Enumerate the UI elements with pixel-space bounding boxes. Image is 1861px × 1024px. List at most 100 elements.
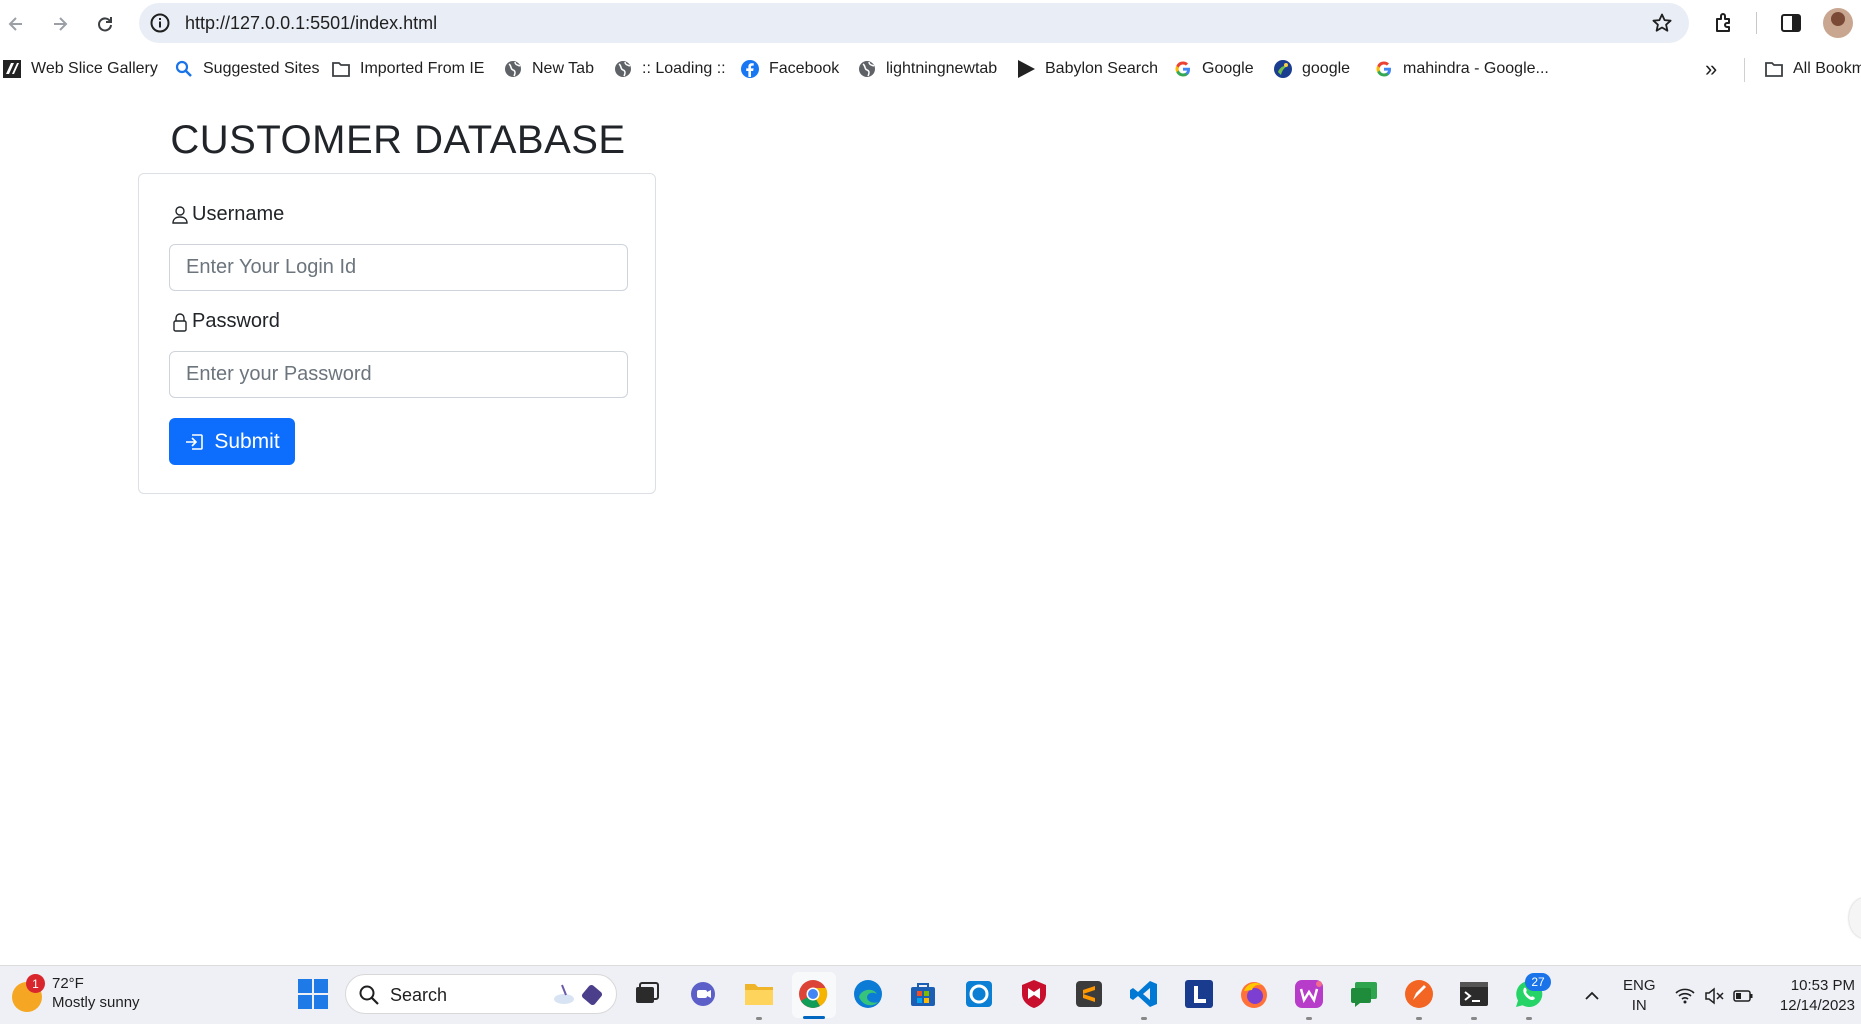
vscode-button[interactable] xyxy=(1127,977,1161,1011)
bookmark-suggested-sites[interactable]: Suggested Sites xyxy=(174,57,320,81)
username-input[interactable] xyxy=(169,244,628,291)
forward-button[interactable] xyxy=(46,10,74,38)
web-slice-icon xyxy=(2,59,22,79)
active-indicator xyxy=(803,1016,825,1019)
cortana-button[interactable] xyxy=(962,977,996,1011)
green-chat-icon xyxy=(1351,982,1377,1007)
globe-icon xyxy=(613,59,633,79)
submit-button[interactable]: Submit xyxy=(169,418,295,465)
store-button[interactable] xyxy=(906,977,940,1011)
weather-widget[interactable]: 1 72°F Mostly sunny xyxy=(12,974,140,1012)
scroll-handle[interactable] xyxy=(1849,898,1861,938)
back-arrow-icon xyxy=(8,17,22,31)
speaker-muted-icon[interactable] xyxy=(1703,985,1725,1007)
more-bookmarks-chevron-icon[interactable]: » xyxy=(1705,56,1717,81)
bookmark-lightningnewtab[interactable]: lightningnewtab xyxy=(857,57,997,81)
clock[interactable]: 10:53 PM 12/14/2023 xyxy=(1760,976,1855,1016)
username-label: Username xyxy=(171,203,284,226)
teams-chat-button[interactable] xyxy=(686,977,720,1011)
mcafee-button[interactable] xyxy=(1017,977,1051,1011)
bookmarks-divider xyxy=(1744,58,1745,82)
bookmark-babylon-search[interactable]: Babylon Search xyxy=(1016,57,1158,81)
file-explorer-button[interactable] xyxy=(742,977,776,1011)
task-view-icon xyxy=(636,982,659,1003)
running-indicator xyxy=(1416,1017,1422,1020)
firefox-button[interactable] xyxy=(1237,977,1271,1011)
chrome-icon xyxy=(799,980,828,1008)
bookmark-mahindra[interactable]: mahindra - Google... xyxy=(1374,57,1549,81)
sublime-text-icon xyxy=(1076,981,1102,1007)
google-icon xyxy=(1173,59,1193,79)
wifi-icon[interactable] xyxy=(1674,985,1696,1007)
google-icon xyxy=(1374,59,1394,79)
bookmark-web-slice-gallery[interactable]: Web Slice Gallery xyxy=(2,57,158,81)
windows-icon xyxy=(298,979,328,1009)
taskbar-search[interactable]: Search xyxy=(345,974,617,1014)
running-indicator xyxy=(1471,1017,1477,1020)
battery-icon[interactable] xyxy=(1732,985,1754,1007)
submit-button-label: Submit xyxy=(214,429,280,453)
google-earth-icon xyxy=(1273,59,1293,79)
edge-button[interactable] xyxy=(851,977,885,1011)
password-label: Password xyxy=(171,310,280,333)
weather-badge: 1 xyxy=(26,974,45,993)
sign-in-icon xyxy=(186,433,204,450)
start-button[interactable] xyxy=(296,977,330,1011)
running-indicator xyxy=(1141,1017,1147,1020)
store-icon xyxy=(911,983,935,1006)
terminal-button[interactable] xyxy=(1457,977,1491,1011)
chat-app-button[interactable] xyxy=(1347,977,1381,1011)
bookmark-loading[interactable]: :: Loading :: xyxy=(613,57,726,81)
wps-button[interactable] xyxy=(1292,977,1326,1011)
url-text[interactable]: http://127.0.0.1:5501/index.html xyxy=(185,13,437,34)
address-bar[interactable]: http://127.0.0.1:5501/index.html xyxy=(139,3,1689,43)
back-button[interactable] xyxy=(2,10,30,38)
reload-icon xyxy=(98,17,112,32)
running-indicator xyxy=(756,1017,762,1020)
mcafee-shield-icon xyxy=(1022,980,1046,1008)
bookmark-google-earth[interactable]: google xyxy=(1273,57,1350,81)
globe-icon xyxy=(857,59,877,79)
task-view-button[interactable] xyxy=(630,977,664,1011)
forward-arrow-icon xyxy=(54,17,68,31)
chat-icon xyxy=(691,982,715,1006)
l-app-button[interactable] xyxy=(1182,977,1216,1011)
clock-time: 10:53 PM xyxy=(1790,977,1855,994)
folder-icon xyxy=(1764,59,1784,79)
username-label-text: Username xyxy=(192,203,285,225)
whatsapp-badge: 27 xyxy=(1525,973,1551,991)
page-title: CUSTOMER DATABASE xyxy=(170,118,626,162)
bookmark-new-tab[interactable]: New Tab xyxy=(503,57,594,81)
sun-icon: 1 xyxy=(12,974,45,1012)
terminal-icon xyxy=(1460,982,1488,1006)
login-card: Username Password Submit xyxy=(138,173,656,494)
password-input[interactable] xyxy=(169,351,628,398)
search-highlight-icon xyxy=(554,984,603,1006)
bookmark-all-bookmarks[interactable]: All Bookm xyxy=(1764,57,1861,81)
running-indicator xyxy=(1306,1017,1312,1020)
bookmark-imported-from-ie[interactable]: Imported From IE xyxy=(331,57,484,81)
language-indicator[interactable]: ENG IN xyxy=(1623,976,1656,1016)
bookmark-google[interactable]: Google xyxy=(1173,57,1254,81)
pen-icon xyxy=(1405,980,1433,1008)
folder-icon xyxy=(331,59,351,79)
taskbar: 1 72°F Mostly sunny Search 27 ENG IN 10:… xyxy=(0,965,1861,1024)
bookmark-star-icon[interactable] xyxy=(1651,12,1673,34)
clock-date: 12/14/2023 xyxy=(1779,997,1855,1014)
pen-app-button[interactable] xyxy=(1402,977,1436,1011)
sublime-button[interactable] xyxy=(1072,977,1106,1011)
facebook-icon xyxy=(740,59,760,79)
chrome-button[interactable] xyxy=(796,977,830,1011)
reload-button[interactable] xyxy=(91,10,119,38)
side-panel-icon[interactable] xyxy=(1779,11,1803,35)
region-code: IN xyxy=(1631,997,1647,1014)
bookmarks-bar: Web Slice Gallery Suggested Sites Import… xyxy=(0,47,1861,92)
bookmark-facebook[interactable]: Facebook xyxy=(740,57,839,81)
extensions-puzzle-icon[interactable] xyxy=(1712,11,1736,35)
search-icon xyxy=(359,985,379,1005)
password-label-text: Password xyxy=(192,310,280,332)
search-label: Search xyxy=(390,985,448,1005)
chevron-up-icon[interactable] xyxy=(1581,985,1603,1007)
site-info-icon[interactable] xyxy=(149,12,171,34)
profile-avatar[interactable] xyxy=(1823,8,1853,38)
